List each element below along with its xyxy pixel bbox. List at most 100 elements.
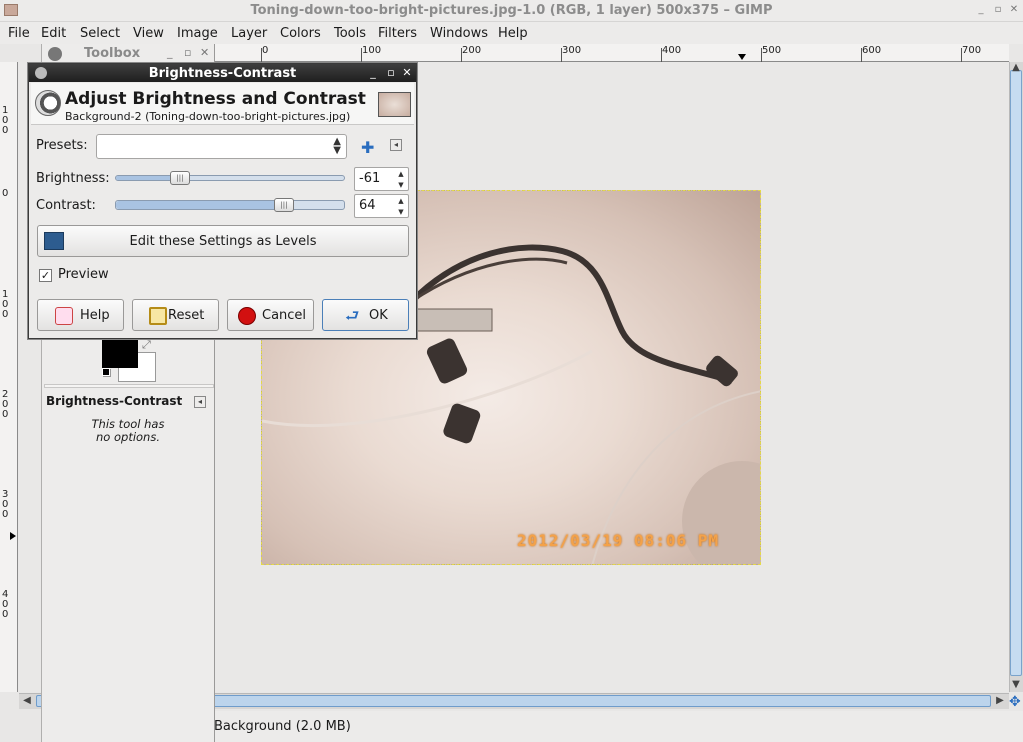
pointer-marker-icon — [10, 532, 16, 540]
navigate-icon[interactable]: ✥ — [1009, 694, 1021, 710]
ruler-tick — [261, 48, 262, 62]
menu-select[interactable]: Select — [80, 26, 120, 41]
ruler-label: 600 — [862, 45, 882, 56]
contrast-value: 64 — [359, 198, 376, 213]
contrast-slider[interactable]: ||| — [115, 198, 345, 212]
help-button-label: Help — [80, 308, 110, 323]
maximize-icon[interactable]: ▫ — [184, 46, 191, 59]
spin-up-icon[interactable]: ▲ — [395, 196, 407, 206]
cancel-button[interactable]: Cancel — [227, 299, 314, 331]
toolbox-separator[interactable] — [44, 384, 214, 388]
preview-label[interactable]: Preview — [58, 267, 109, 282]
maximize-icon[interactable]: ▫ — [385, 66, 397, 80]
brightness-spinbutton[interactable]: -61 ▲ ▼ — [354, 167, 409, 191]
ruler-label: 400 — [662, 45, 682, 56]
edit-as-levels-label: Edit these Settings as Levels — [129, 234, 317, 249]
minimize-icon[interactable]: _ — [167, 46, 173, 59]
ruler-tick — [561, 48, 562, 62]
maximize-icon[interactable]: ▫ — [992, 4, 1004, 16]
status-text: Background (2.0 MB) — [214, 719, 351, 734]
layer-thumbnail — [378, 92, 411, 117]
ruler-label: 100 — [2, 289, 9, 320]
vertical-scroll-thumb[interactable] — [1010, 70, 1022, 676]
scroll-left-icon[interactable]: ◀ — [21, 695, 33, 706]
close-icon[interactable]: ✕ — [1008, 4, 1020, 16]
contrast-slider-fill — [116, 201, 285, 209]
chevron-updown-icon: ▲ ▼ — [333, 136, 341, 156]
contrast-slider-handle[interactable]: ||| — [274, 198, 294, 212]
brightness-slider[interactable]: ||| — [115, 171, 345, 185]
scroll-right-icon[interactable]: ▶ — [994, 695, 1006, 706]
cancel-icon — [238, 307, 256, 325]
default-colors-icon[interactable] — [102, 368, 110, 376]
brightness-slider-handle[interactable]: ||| — [170, 171, 190, 185]
ruler-label: 300 — [2, 489, 9, 520]
brightness-contrast-icon — [35, 90, 61, 116]
dialog-titlebar[interactable]: Brightness-Contrast _ ▫ ✕ — [29, 64, 416, 82]
horizontal-ruler[interactable]: 0 100 200 300 400 500 600 700 — [214, 44, 1009, 62]
menu-help[interactable]: Help — [498, 26, 528, 41]
spin-down-icon[interactable]: ▼ — [395, 180, 407, 190]
brightness-contrast-dialog: Brightness-Contrast _ ▫ ✕ Adjust Brightn… — [28, 63, 417, 339]
close-icon[interactable]: ✕ — [200, 46, 209, 59]
presets-label: Presets: — [36, 138, 88, 153]
ok-arrow-icon: ⮐ — [345, 306, 360, 325]
menu-windows[interactable]: Windows — [430, 26, 488, 41]
ruler-label: 400 — [2, 589, 9, 620]
ruler-tick — [861, 48, 862, 62]
status-bar: Background (2.0 MB) — [214, 711, 1023, 742]
contrast-spinbutton[interactable]: 64 ▲ ▼ — [354, 194, 409, 218]
ok-button-label: OK — [369, 308, 388, 323]
photo-date-stamp: 2012/03/19 08:06 PM — [517, 531, 720, 550]
cancel-button-label: Cancel — [262, 308, 307, 323]
menu-colors[interactable]: Colors — [280, 26, 321, 41]
gimp-icon — [48, 47, 62, 61]
scroll-up-icon[interactable]: ▲ — [1010, 62, 1022, 73]
presets-dropdown[interactable]: ▲ ▼ — [96, 134, 347, 159]
ruler-label: 100 — [2, 105, 9, 136]
tool-options-menu-icon[interactable]: ◂ — [194, 396, 206, 408]
swap-colors-icon[interactable]: ⤢ — [142, 338, 151, 352]
spin-up-icon[interactable]: ▲ — [395, 169, 407, 179]
help-button[interactable]: Help — [37, 299, 124, 331]
ruler-label: 300 — [562, 45, 582, 56]
menu-image[interactable]: Image — [177, 26, 218, 41]
reset-icon — [149, 307, 167, 325]
ruler-tick — [961, 48, 962, 62]
preview-checkbox[interactable]: ✓ — [39, 269, 52, 282]
menu-bar: File Edit Select View Image Layer Colors… — [0, 22, 1023, 44]
close-icon[interactable]: ✕ — [401, 66, 413, 80]
menu-edit[interactable]: Edit — [41, 26, 66, 41]
edit-as-levels-button[interactable]: Edit these Settings as Levels — [37, 225, 409, 257]
vertical-ruler[interactable]: 100 0 100 200 300 400 — [0, 62, 18, 692]
contrast-label: Contrast: — [36, 198, 96, 213]
scroll-down-icon[interactable]: ▼ — [1010, 679, 1022, 690]
ruler-label: 200 — [462, 45, 482, 56]
ruler-tick — [761, 48, 762, 62]
pointer-marker-icon — [738, 54, 746, 60]
minimize-icon[interactable]: _ — [975, 4, 987, 16]
ok-button[interactable]: ⮐ OK — [322, 299, 409, 331]
spin-down-icon[interactable]: ▼ — [395, 207, 407, 217]
window-title: Toning-down-too-bright-pictures.jpg-1.0 … — [250, 3, 773, 18]
dialog-header-title: Adjust Brightness and Contrast — [65, 89, 366, 109]
ruler-label: 500 — [762, 45, 782, 56]
menu-layer[interactable]: Layer — [231, 26, 267, 41]
menu-file[interactable]: File — [8, 26, 30, 41]
menu-filters[interactable]: Filters — [378, 26, 417, 41]
tool-options-text: This tool has no options. — [42, 418, 214, 444]
presets-menu-icon[interactable]: ◂ — [390, 139, 402, 151]
add-preset-icon[interactable]: ✚ — [361, 138, 374, 157]
ruler-tick — [661, 48, 662, 62]
menu-view[interactable]: View — [133, 26, 164, 41]
ruler-label: 0 — [2, 188, 9, 199]
toolbox-title: Toolbox — [84, 46, 141, 61]
ruler-tick — [361, 48, 362, 62]
foreground-color-swatch[interactable] — [102, 338, 138, 368]
menu-tools[interactable]: Tools — [334, 26, 366, 41]
minimize-icon[interactable]: _ — [367, 66, 379, 80]
window-title-bar: Toning-down-too-bright-pictures.jpg-1.0 … — [0, 0, 1023, 22]
ruler-label: 200 — [2, 389, 9, 420]
dialog-header: Adjust Brightness and Contrast Backgroun… — [31, 83, 414, 125]
reset-button[interactable]: Reset — [132, 299, 219, 331]
